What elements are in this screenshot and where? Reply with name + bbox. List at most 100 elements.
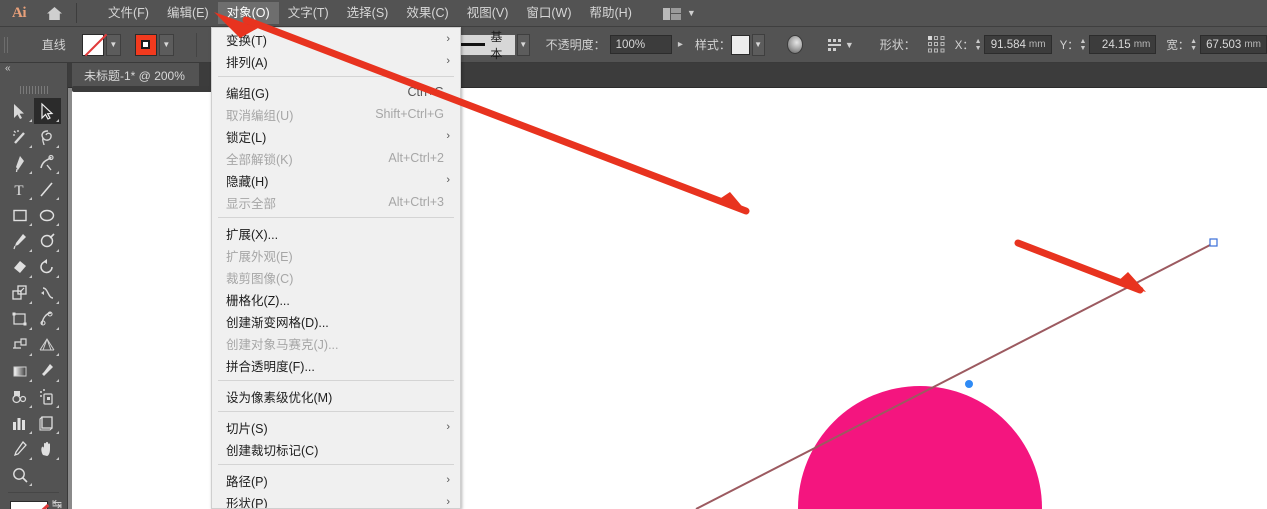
menu-item-0[interactable]: 文件(F) <box>99 2 158 24</box>
workspace-switcher-icon[interactable] <box>663 7 681 19</box>
tools-grid: T <box>0 98 67 488</box>
opacity-expand-icon[interactable]: ▸ <box>678 39 683 50</box>
blend-tool[interactable] <box>6 384 34 410</box>
hand-tool[interactable] <box>34 436 62 462</box>
menu-option-label: 路径(P) <box>226 471 268 490</box>
slice-tool-icon <box>11 440 29 458</box>
line-segment-tool[interactable] <box>34 176 62 202</box>
type-tool[interactable]: T <box>6 176 34 202</box>
menu-option[interactable]: 排列(A)› <box>212 50 460 72</box>
menu-divider <box>218 76 454 77</box>
menu-option-label: 显示全部 <box>226 193 276 212</box>
curvature-tool[interactable] <box>34 150 62 176</box>
direct-selection-tool[interactable] <box>34 98 62 124</box>
graphic-style-swatch[interactable] <box>731 35 750 55</box>
collapse-panel-icon[interactable]: « <box>5 63 11 75</box>
workspace-controls: ▼ <box>663 7 696 19</box>
shaper-tool[interactable] <box>34 228 62 254</box>
y-input[interactable]: 24.15 mm <box>1089 35 1156 54</box>
menu-option[interactable]: 切片(S)› <box>212 416 460 438</box>
paintbrush-tool[interactable] <box>6 228 34 254</box>
magic-wand-tool-icon <box>11 128 29 146</box>
stroke-color-control[interactable] <box>10 501 48 509</box>
ellipse-tool[interactable] <box>34 202 62 228</box>
menu-item-2[interactable]: 对象(O) <box>218 2 279 24</box>
align-dropdown-icon[interactable]: ▼ <box>845 40 854 50</box>
tools-panel-grip[interactable] <box>19 85 49 95</box>
menu-option[interactable]: 编组(G)Ctrl+G <box>212 81 460 103</box>
swap-fill-stroke-icon[interactable]: ↹ <box>52 497 62 509</box>
menu-item-4[interactable]: 选择(S) <box>338 2 398 24</box>
free-transform-tool-icon <box>11 310 29 328</box>
menu-option[interactable]: 设为像素级优化(M) <box>212 385 460 407</box>
width-input[interactable]: 67.503 mm <box>1200 35 1267 54</box>
menu-option: 全部解锁(K)Alt+Ctrl+2 <box>212 147 460 169</box>
eraser-tool[interactable] <box>6 254 34 280</box>
x-stepper[interactable]: ▲▼ <box>974 36 982 53</box>
menu-item-8[interactable]: 帮助(H) <box>581 2 641 24</box>
menu-item-3[interactable]: 文字(T) <box>279 2 338 24</box>
gradient-tool-icon <box>11 362 29 380</box>
pen-tool[interactable] <box>6 150 34 176</box>
stroke-profile-dropdown-icon[interactable]: ▼ <box>517 34 530 56</box>
control-bar-grip[interactable] <box>3 33 10 57</box>
fill-color-swatch[interactable] <box>135 34 157 56</box>
menu-option[interactable]: 栅格化(Z)... <box>212 288 460 310</box>
menu-item-1[interactable]: 编辑(E) <box>158 2 218 24</box>
x-label: X： <box>955 37 974 53</box>
opacity-value: 100% <box>616 39 645 51</box>
menu-option-label: 编组(G) <box>226 83 269 102</box>
scale-tool[interactable] <box>6 280 34 306</box>
menu-option-label: 排列(A) <box>226 52 268 71</box>
menu-item-6[interactable]: 视图(V) <box>458 2 518 24</box>
graphic-style-dropdown-icon[interactable]: ▼ <box>752 34 765 56</box>
menu-item-7[interactable]: 窗口(W) <box>517 2 580 24</box>
menu-option[interactable]: 锁定(L)› <box>212 125 460 147</box>
menu-option[interactable]: 扩展(X)... <box>212 222 460 244</box>
document-tab-title: 未标题-1* @ 200% <box>84 67 185 84</box>
width-tool-icon <box>38 284 56 302</box>
selection-tool[interactable] <box>6 98 34 124</box>
eyedropper-tool[interactable] <box>34 358 62 384</box>
reference-point-icon[interactable] <box>928 36 945 53</box>
width-stepper[interactable]: ▲▼ <box>1189 36 1197 53</box>
gradient-tool[interactable] <box>6 358 34 384</box>
menu-option-label: 创建对象马赛克(J)... <box>226 334 339 353</box>
opacity-input[interactable]: 100% <box>610 35 672 54</box>
menu-option[interactable]: 形状(P)› <box>212 491 460 509</box>
lasso-tool[interactable] <box>34 124 62 150</box>
fill-color-dropdown-icon[interactable]: ▼ <box>159 34 174 56</box>
artboard-tool[interactable] <box>34 410 62 436</box>
free-transform-tool[interactable] <box>6 306 34 332</box>
align-panel-icon[interactable] <box>827 38 843 52</box>
puppet-warp-tool[interactable] <box>34 306 62 332</box>
menu-option[interactable]: 拼合透明度(F)... <box>212 354 460 376</box>
document-tab[interactable]: 未标题-1* @ 200% <box>72 63 199 88</box>
y-stepper[interactable]: ▲▼ <box>1079 36 1087 53</box>
symbol-sprayer-tool[interactable] <box>34 384 62 410</box>
zoom-tool[interactable] <box>6 462 34 488</box>
x-input[interactable]: 91.584 mm <box>984 35 1051 54</box>
menu-option[interactable]: 创建裁切标记(C) <box>212 438 460 460</box>
object-menu-dropdown[interactable]: 变换(T)›排列(A)›编组(G)Ctrl+G取消编组(U)Shift+Ctrl… <box>211 27 461 509</box>
chevron-down-icon[interactable]: ▼ <box>687 8 696 18</box>
menu-item-5[interactable]: 效果(C) <box>397 2 457 24</box>
recolor-artwork-icon[interactable] <box>787 35 803 54</box>
y-value: 24.15 <box>1102 39 1131 51</box>
slice-tool[interactable] <box>6 436 34 462</box>
menu-option[interactable]: 变换(T)› <box>212 28 460 50</box>
stroke-color-swatch[interactable] <box>82 34 104 56</box>
home-icon[interactable] <box>40 1 68 25</box>
magic-wand-tool[interactable] <box>6 124 34 150</box>
menu-option[interactable]: 创建渐变网格(D)... <box>212 310 460 332</box>
rotate-tool[interactable] <box>34 254 62 280</box>
width-tool[interactable] <box>34 280 62 306</box>
stroke-color-dropdown-icon[interactable]: ▼ <box>106 34 121 56</box>
menu-option[interactable]: 隐藏(H)› <box>212 169 460 191</box>
shape-builder-tool[interactable] <box>6 332 34 358</box>
rectangle-tool[interactable] <box>6 202 34 228</box>
selection-tool-icon <box>11 102 29 120</box>
perspective-grid-tool[interactable] <box>34 332 62 358</box>
menu-option[interactable]: 路径(P)› <box>212 469 460 491</box>
column-graph-tool[interactable] <box>6 410 34 436</box>
